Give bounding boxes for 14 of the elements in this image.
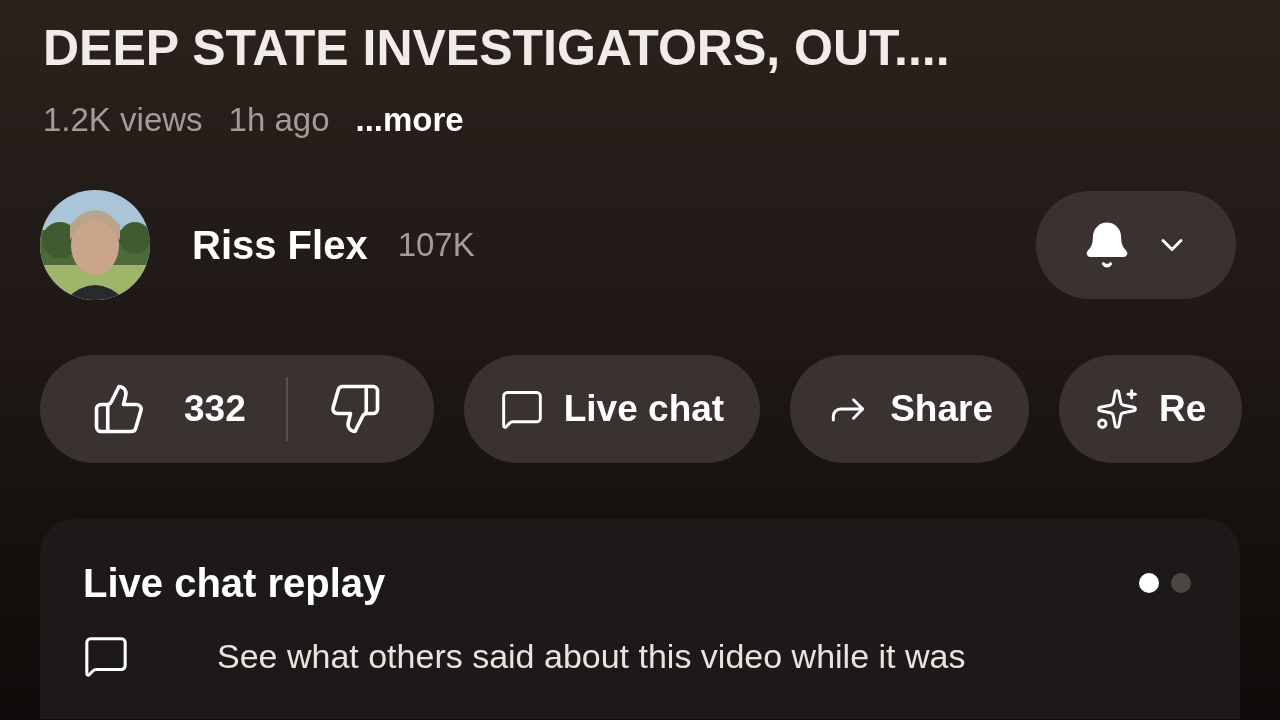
channel-name[interactable]: Riss Flex xyxy=(192,215,368,275)
more-link[interactable]: ...more xyxy=(355,100,464,140)
share-button[interactable]: Share xyxy=(790,355,1029,463)
card-description: See what others said about this video while it was xyxy=(217,636,966,676)
upload-age: 1h ago xyxy=(228,100,330,140)
view-count: 1.2K views xyxy=(43,100,203,140)
like-button[interactable]: 332 xyxy=(92,381,246,437)
subscriber-count: 107K xyxy=(397,225,475,266)
video-title: DEEP STATE INVESTIGATORS, OUT.... xyxy=(43,19,951,78)
thumbs-up-icon xyxy=(92,382,146,436)
card-title: Live chat replay xyxy=(83,560,386,607)
chat-button[interactable]: Live chat xyxy=(463,355,761,463)
sparkles-icon xyxy=(1095,387,1139,431)
remix-button[interactable]: Re xyxy=(1059,355,1243,463)
